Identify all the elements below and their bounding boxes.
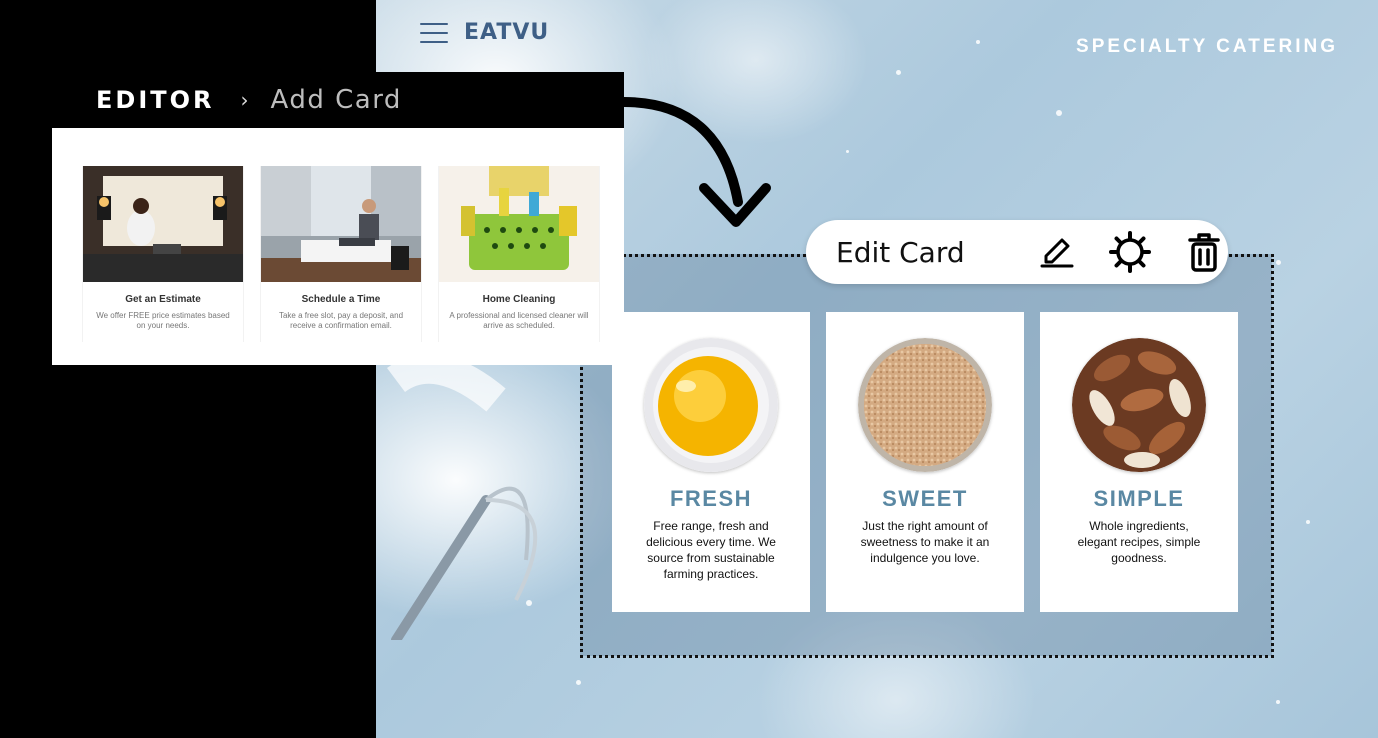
flour-speck — [896, 70, 901, 75]
breadcrumb-add-card[interactable]: Add Card — [271, 85, 402, 115]
brown-sugar-image — [858, 338, 992, 472]
editor-header: EDITOR › Add Card — [52, 72, 624, 128]
site-tagline: SPECIALTY CATERING — [1076, 36, 1338, 57]
service-card-text: Take a free slot, pay a deposit, and rec… — [278, 311, 404, 330]
cleaning-basket-photo — [439, 166, 599, 282]
service-card-title: Home Cleaning — [482, 294, 556, 305]
egg-yolk-image — [644, 338, 778, 472]
card-description: Whole ingredients, elegant recipes, simp… — [1077, 519, 1201, 565]
almonds-image — [1072, 338, 1206, 472]
flour-speck — [1276, 700, 1280, 704]
menu-icon[interactable] — [420, 22, 448, 43]
service-card-schedule[interactable]: Schedule a Time Take a free slot, pay a … — [260, 166, 422, 342]
feature-card-fresh[interactable]: FRESH Free range, fresh and delicious ev… — [612, 312, 810, 612]
flour-speck — [526, 600, 532, 606]
card-title: FRESH — [669, 486, 753, 511]
card-description: Free range, fresh and delicious every ti… — [646, 519, 776, 581]
chevron-right-icon: › — [240, 88, 249, 112]
service-cards: Get an Estimate We offer FREE price esti… — [82, 166, 600, 342]
site-logo[interactable]: EATVU — [464, 20, 549, 45]
feature-card-sweet[interactable]: SWEET Just the right amount of sweetness… — [826, 312, 1024, 612]
flour-speck — [1056, 110, 1062, 116]
settings-button[interactable] — [1106, 228, 1154, 276]
flour-speck — [846, 150, 849, 153]
edit-button[interactable] — [1032, 228, 1080, 276]
service-card-estimate[interactable]: Get an Estimate We offer FREE price esti… — [82, 166, 244, 342]
trash-icon — [1188, 233, 1220, 272]
edit-icon — [1040, 238, 1074, 268]
service-card-text: A professional and licensed cleaner will… — [449, 311, 589, 330]
card-description: Just the right amount of sweetness to ma… — [860, 519, 990, 565]
service-card-text: We offer FREE price estimates based on y… — [96, 311, 230, 330]
delete-button[interactable] — [1180, 228, 1228, 276]
card-title: SWEET — [882, 486, 968, 511]
edit-card-title: Edit Card — [836, 235, 965, 269]
editor-panel: Get an Estimate We offer FREE price esti… — [52, 128, 624, 365]
office-photo — [83, 166, 243, 282]
flour-speck — [1306, 520, 1310, 524]
edit-card-toolbar: Edit Card — [806, 220, 1228, 284]
card-title: SIMPLE — [1093, 486, 1185, 511]
gear-icon — [1109, 231, 1151, 273]
service-card-title: Schedule a Time — [301, 294, 381, 305]
editor-title[interactable]: EDITOR — [96, 86, 215, 114]
flour-speck — [976, 40, 980, 44]
service-card-cleaning[interactable]: Home Cleaning A professional and license… — [438, 166, 600, 342]
site-header: EATVU — [420, 20, 549, 45]
businessman-photo — [261, 166, 421, 282]
feature-cards: FRESH Free range, fresh and delicious ev… — [612, 312, 1238, 612]
flour-speck — [576, 680, 581, 685]
service-card-title: Get an Estimate — [125, 294, 201, 305]
curved-arrow-icon — [619, 97, 771, 227]
flour-speck — [1276, 260, 1281, 265]
feature-card-simple[interactable]: SIMPLE Whole ingredients, elegant recipe… — [1040, 312, 1238, 612]
